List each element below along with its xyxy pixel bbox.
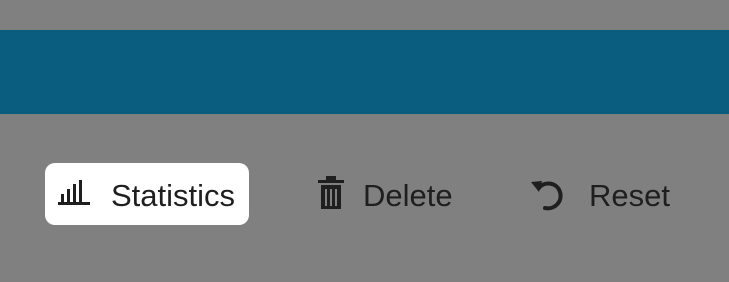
statistics-button[interactable]: Statistics: [45, 163, 249, 225]
reset-label: Reset: [589, 177, 670, 213]
application-view: Statistics Delete Reset: [0, 0, 729, 282]
reset-button[interactable]: Reset: [525, 163, 695, 225]
statistics-label: Statistics: [111, 177, 236, 213]
action-toolbar: Statistics Delete Reset: [0, 0, 729, 282]
bar-chart-icon: [52, 172, 96, 216]
trash-icon: [309, 172, 353, 216]
undo-icon: [525, 172, 569, 216]
delete-button[interactable]: Delete: [309, 163, 479, 225]
delete-label: Delete: [363, 177, 453, 213]
